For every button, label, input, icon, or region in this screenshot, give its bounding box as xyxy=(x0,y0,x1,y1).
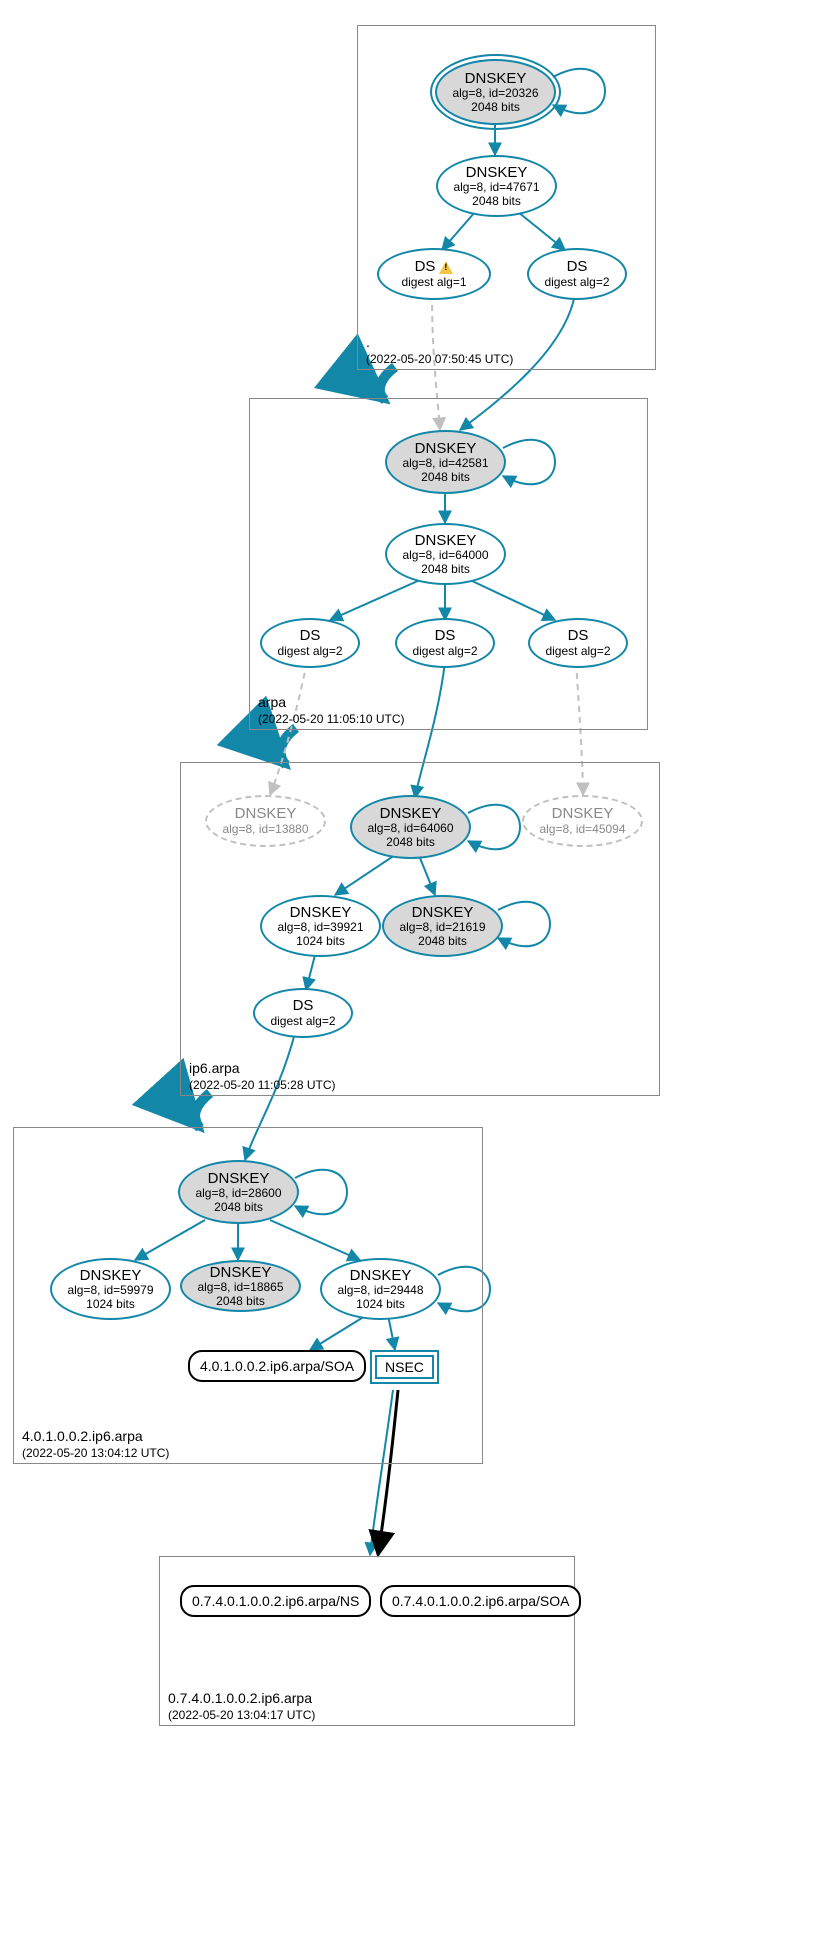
root-ksk-l3: 2048 bits xyxy=(471,101,520,115)
root-ksk-title: DNSKEY xyxy=(465,70,527,87)
node-root-ds1: DS digest alg=1 xyxy=(377,248,491,300)
warning-icon xyxy=(439,261,453,274)
node-ip6-64060: DNSKEY alg=8, id=64060 2048 bits xyxy=(350,795,471,859)
node-root-ds2: DS digest alg=2 xyxy=(527,248,627,300)
node-ip6-ds: DS digest alg=2 xyxy=(253,988,353,1038)
root-zsk-l3: 2048 bits xyxy=(472,195,521,209)
zone-root-label: . (2022-05-20 07:50:45 UTC) xyxy=(366,334,513,367)
root-ds2-title: DS xyxy=(567,258,588,275)
node-z07-soa: 0.7.4.0.1.0.0.2.ip6.arpa/SOA xyxy=(380,1585,581,1617)
node-root-ksk: DNSKEY alg=8, id=20326 2048 bits xyxy=(435,59,556,125)
zone-root-name: . xyxy=(366,334,513,352)
node-z07-ns: 0.7.4.0.1.0.0.2.ip6.arpa/NS xyxy=(180,1585,371,1617)
zone-arpa-ts: (2022-05-20 11:05:10 UTC) xyxy=(258,712,405,727)
node-z4-28600: DNSKEY alg=8, id=28600 2048 bits xyxy=(178,1160,299,1224)
root-zsk-title: DNSKEY xyxy=(466,164,528,181)
node-arpa-ds-b: DS digest alg=2 xyxy=(395,618,495,668)
node-z4-soa: 4.0.1.0.0.2.ip6.arpa/SOA xyxy=(188,1350,366,1382)
node-z4-nsec: NSEC xyxy=(370,1350,439,1384)
root-ds2-l2: digest alg=2 xyxy=(544,276,609,290)
node-z4-29448: DNSKEY alg=8, id=29448 1024 bits xyxy=(320,1258,441,1320)
root-ds1-title: DS xyxy=(415,258,454,275)
zone-arpa-label: arpa (2022-05-20 11:05:10 UTC) xyxy=(258,694,405,727)
zone-ip6-label: ip6.arpa (2022-05-20 11:05:28 UTC) xyxy=(189,1060,336,1093)
node-ip6-21619: DNSKEY alg=8, id=21619 2048 bits xyxy=(382,895,503,957)
zone-z07-ts: (2022-05-20 13:04:17 UTC) xyxy=(168,1708,315,1723)
node-z4-18865: DNSKEY alg=8, id=18865 2048 bits xyxy=(180,1260,301,1312)
node-ip6-45094: DNSKEY alg=8, id=45094 xyxy=(522,795,643,847)
node-arpa-ds-a: DS digest alg=2 xyxy=(260,618,360,668)
zone-z07-label: 0.7.4.0.1.0.0.2.ip6.arpa (2022-05-20 13:… xyxy=(168,1690,315,1723)
zone-z4-name: 4.0.1.0.0.2.ip6.arpa xyxy=(22,1428,169,1446)
root-zsk-l2: alg=8, id=47671 xyxy=(453,181,539,195)
zone-ip6-name: ip6.arpa xyxy=(189,1060,336,1078)
nsec-label: NSEC xyxy=(375,1355,434,1379)
node-z4-59979: DNSKEY alg=8, id=59979 1024 bits xyxy=(50,1258,171,1320)
zone-z4-label: 4.0.1.0.0.2.ip6.arpa (2022-05-20 13:04:1… xyxy=(22,1428,169,1461)
node-arpa-ksk: DNSKEY alg=8, id=42581 2048 bits xyxy=(385,430,506,494)
node-arpa-zsk: DNSKEY alg=8, id=64000 2048 bits xyxy=(385,523,506,585)
node-arpa-ds-c: DS digest alg=2 xyxy=(528,618,628,668)
root-ksk-l2: alg=8, id=20326 xyxy=(452,87,538,101)
node-ip6-13880: DNSKEY alg=8, id=13880 xyxy=(205,795,326,847)
zone-root-ts: (2022-05-20 07:50:45 UTC) xyxy=(366,352,513,367)
zone-arpa-name: arpa xyxy=(258,694,405,712)
root-ds1-l2: digest alg=1 xyxy=(401,276,466,290)
zone-z4-ts: (2022-05-20 13:04:12 UTC) xyxy=(22,1446,169,1461)
node-root-zsk: DNSKEY alg=8, id=47671 2048 bits xyxy=(436,155,557,217)
zone-ip6-ts: (2022-05-20 11:05:28 UTC) xyxy=(189,1078,336,1093)
zone-z07-name: 0.7.4.0.1.0.0.2.ip6.arpa xyxy=(168,1690,315,1708)
node-ip6-39921: DNSKEY alg=8, id=39921 1024 bits xyxy=(260,895,381,957)
